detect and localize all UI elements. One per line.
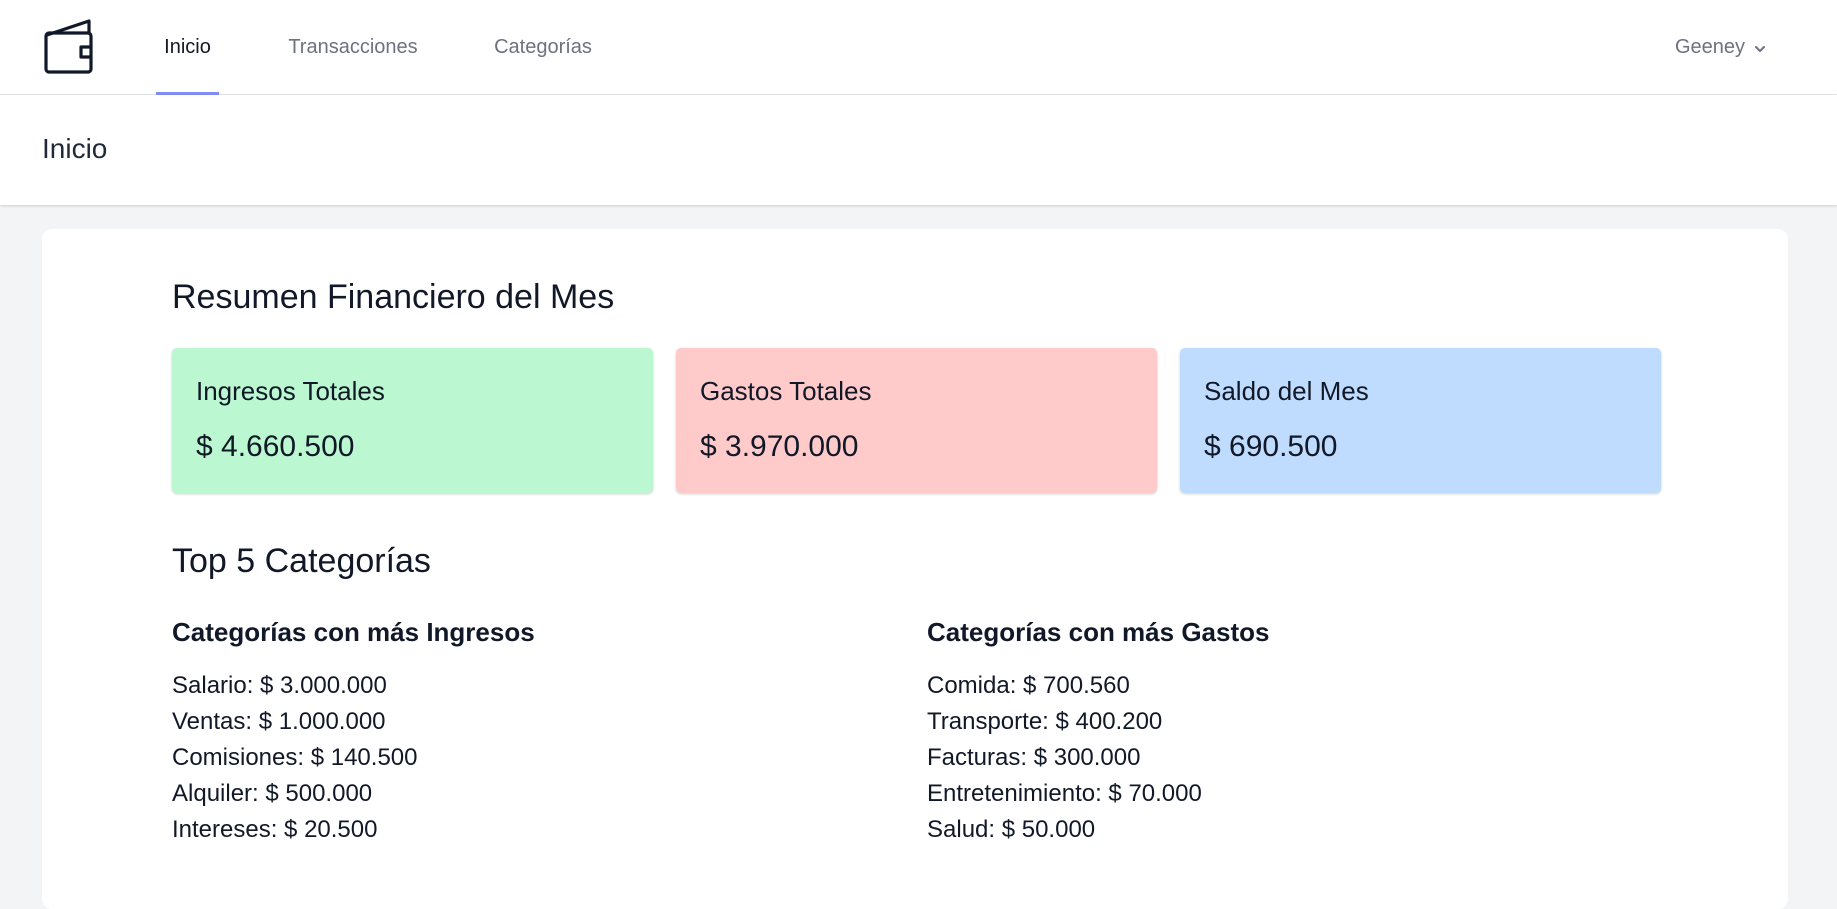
nav-link-inicio[interactable]: Inicio [156, 0, 219, 95]
top-expense-categories: Categorías con más Gastos Comida: $ 700.… [927, 617, 1269, 848]
expenses-total-label: Gastos Totales [700, 376, 872, 406]
nav-link-transacciones[interactable]: Transacciones [285, 0, 421, 95]
top-income-title: Categorías con más Ingresos [172, 617, 535, 647]
main-content-card: Resumen Financiero del Mes Ingresos Tota… [42, 229, 1788, 909]
list-item: Intereses: $ 20.500 [172, 816, 378, 843]
expenses-total-card: Gastos Totales $ 3.970.000 [676, 348, 1157, 493]
income-total-label: Ingresos Totales [196, 376, 385, 406]
user-name: Geeney [1674, 36, 1745, 58]
top-income-categories: Categorías con más Ingresos Salario: $ 3… [172, 617, 535, 848]
income-total-value: $ 4.660.500 [196, 430, 355, 463]
top-income-list: Salario: $ 3.000.000 Ventas: $ 1.000.000… [172, 668, 535, 848]
list-item: Comida: $ 700.560 [927, 672, 1130, 699]
month-balance-value: $ 690.500 [1204, 430, 1338, 463]
top-expense-title: Categorías con más Gastos [927, 617, 1270, 647]
summary-title: Resumen Financiero del Mes [172, 278, 615, 316]
list-item: Salario: $ 3.000.000 [172, 672, 387, 699]
income-total-card: Ingresos Totales $ 4.660.500 [172, 348, 653, 493]
user-menu[interactable]: Geeney [1675, 0, 1767, 95]
month-balance-card: Saldo del Mes $ 690.500 [1180, 348, 1661, 493]
list-item: Comisiones: $ 140.500 [172, 744, 418, 771]
list-item: Salud: $ 50.000 [927, 816, 1096, 843]
list-item: Transporte: $ 400.200 [927, 708, 1163, 735]
wallet-icon[interactable] [43, 19, 95, 75]
page-header: Inicio [0, 95, 1837, 205]
top-expense-list: Comida: $ 700.560 Transporte: $ 400.200 … [927, 668, 1269, 848]
list-item: Alquiler: $ 500.000 [172, 780, 373, 807]
list-item: Ventas: $ 1.000.000 [172, 708, 386, 735]
month-balance-label: Saldo del Mes [1204, 376, 1369, 406]
nav-link-categorias[interactable]: Categorías [491, 0, 595, 95]
chevron-down-icon [1755, 45, 1765, 52]
list-item: Entretenimiento: $ 70.000 [927, 780, 1202, 807]
expenses-total-value: $ 3.970.000 [700, 430, 859, 463]
list-item: Facturas: $ 300.000 [927, 744, 1141, 771]
top-categories-title: Top 5 Categorías [172, 542, 431, 580]
page-title: Inicio [42, 133, 108, 164]
top-navigation: Inicio Transacciones Categorías Geeney [0, 0, 1837, 95]
